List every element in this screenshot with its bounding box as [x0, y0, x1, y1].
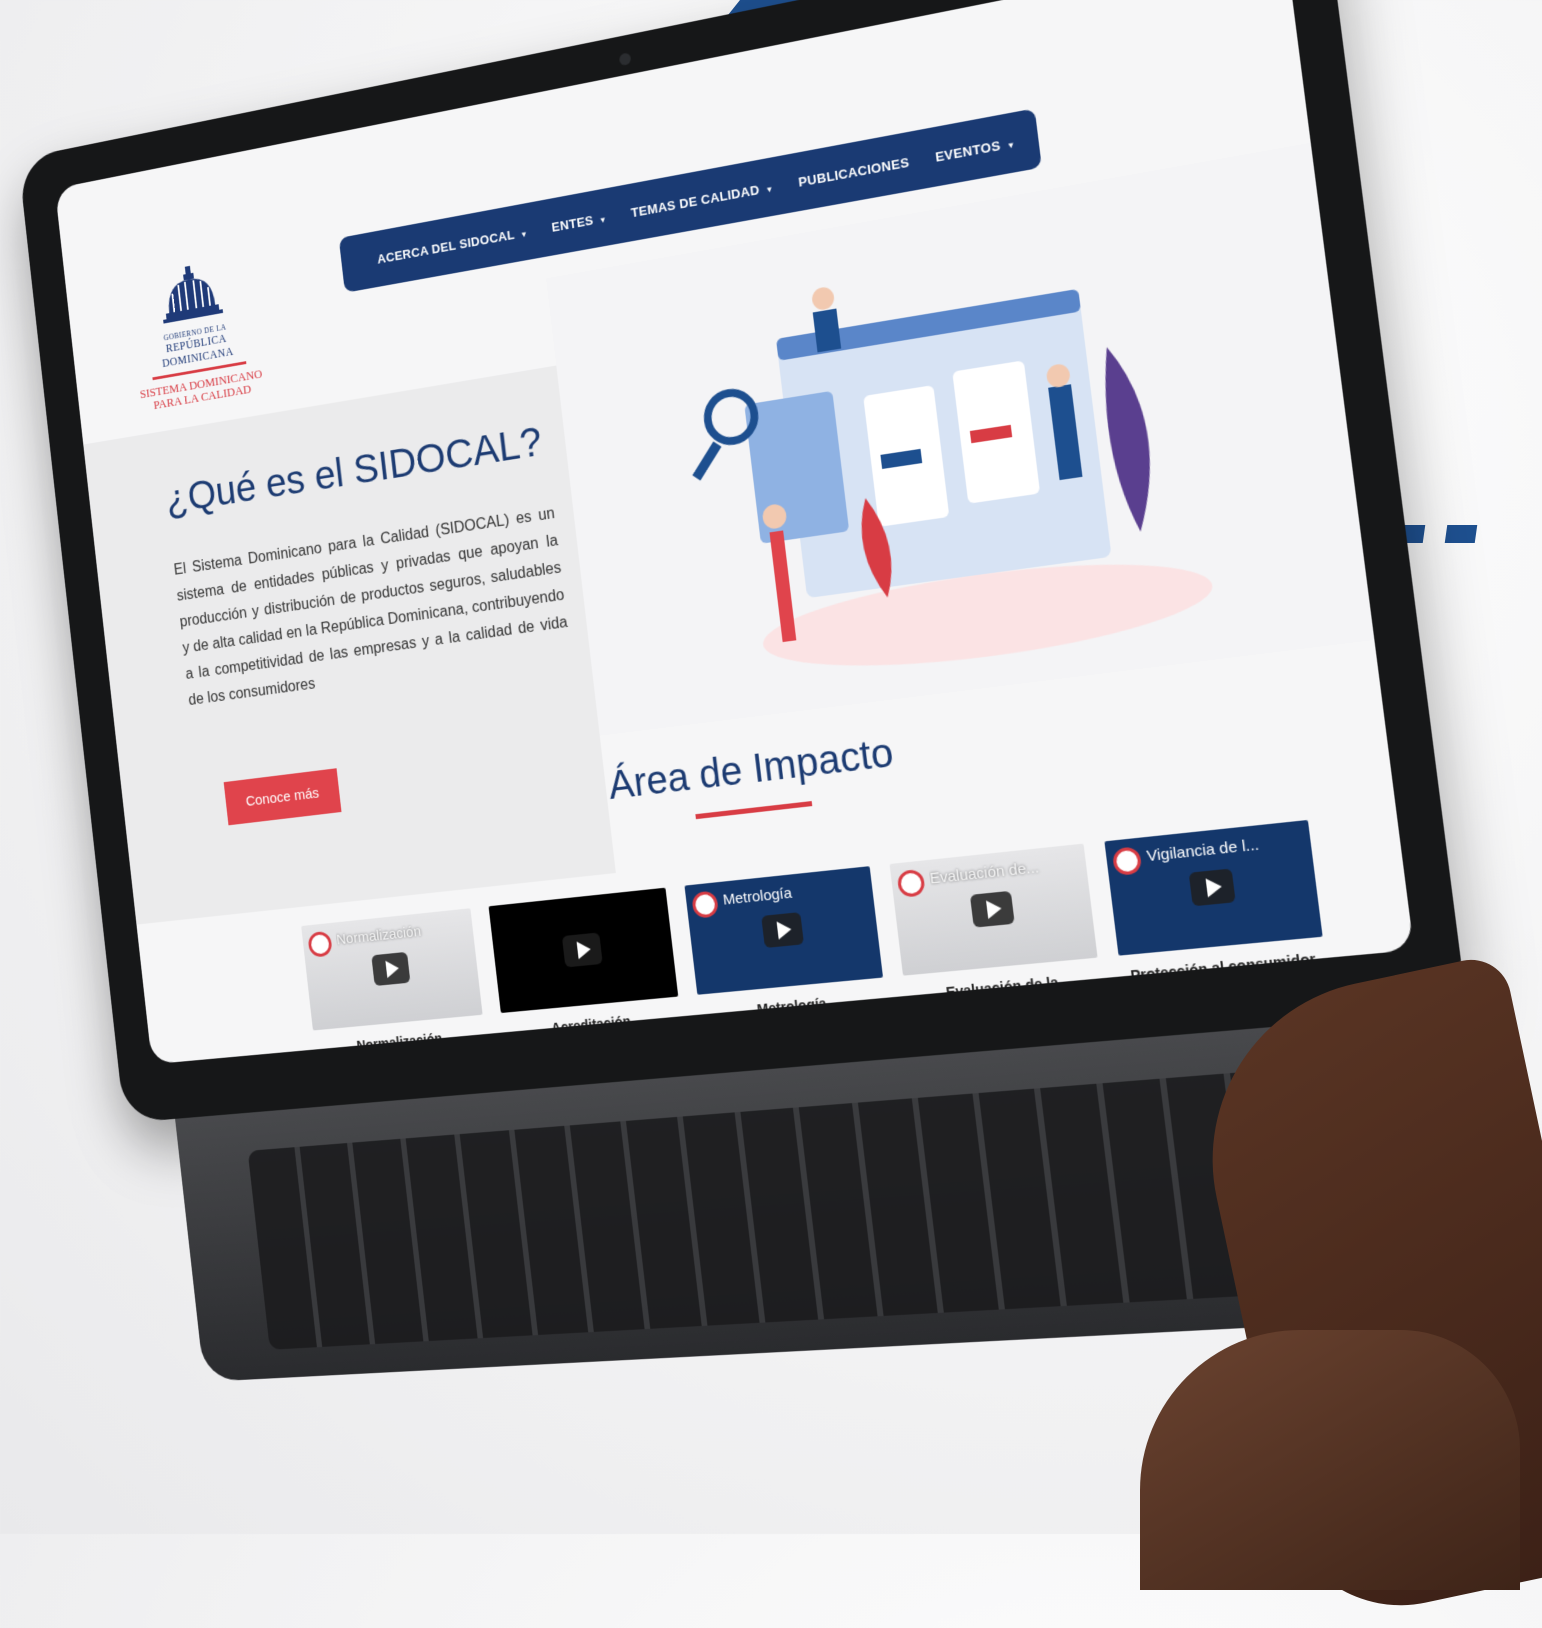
impact-card-evaluacion[interactable]: Evaluación de... Evaluación de la confor…: [890, 844, 1104, 1021]
nav-eventos[interactable]: EVENTOS ▼: [934, 135, 1016, 165]
laptop-bezel: GOBIERNO DE LA REPÚBLICA DOMINICANA SIST…: [18, 0, 1467, 1123]
nav-publicaciones[interactable]: PUBLICACIONES: [798, 154, 910, 189]
nav-temas[interactable]: TEMAS DE CALIDAD ▼: [630, 179, 774, 220]
video-title: Metrología: [722, 877, 867, 909]
laptop-screen: GOBIERNO DE LA REPÚBLICA DOMINICANA SIST…: [55, 0, 1414, 1064]
impact-card-normalizacion[interactable]: Normalización Normalización: [301, 908, 486, 1057]
impact-card-acreditacion[interactable]: Acreditación: [489, 888, 682, 1041]
play-icon[interactable]: [1189, 868, 1236, 906]
impact-card-proteccion[interactable]: Vigilancia de l... Protección al consumi…: [1104, 820, 1326, 985]
video-thumbnail[interactable]: Normalización: [301, 908, 482, 1030]
play-icon[interactable]: [761, 912, 804, 948]
video-thumbnail[interactable]: Vigilancia de l...: [1104, 820, 1322, 956]
play-icon[interactable]: [562, 932, 603, 967]
dropdown-caret-icon: ▼: [520, 229, 529, 239]
card-label[interactable]: Normalización: [314, 1026, 485, 1057]
play-icon[interactable]: [371, 952, 410, 986]
sidocal-badge-icon: [1112, 846, 1143, 876]
impact-section-title: Área de Impacto: [603, 730, 899, 809]
left-hand: [1140, 1330, 1520, 1590]
video-thumbnail[interactable]: Evaluación de...: [890, 844, 1098, 976]
sidocal-badge-icon: [897, 869, 926, 898]
video-thumbnail[interactable]: [489, 888, 679, 1013]
card-label[interactable]: Protección al consumidor: [1120, 949, 1326, 984]
dropdown-caret-icon: ▼: [599, 215, 608, 225]
play-icon[interactable]: [970, 891, 1015, 928]
video-title: Normalización: [336, 918, 468, 948]
sidocal-badge-icon: [691, 890, 719, 918]
card-label[interactable]: Evaluación de la conformidad: [905, 970, 1104, 1020]
nav-entes[interactable]: ENTES ▼: [551, 210, 608, 235]
video-thumbnail[interactable]: Metrología: [684, 866, 883, 995]
nav-acerca[interactable]: ACERCA DEL SIDOCAL ▼: [376, 224, 528, 266]
video-title: Vigilancia de l...: [1146, 831, 1305, 865]
sidocal-badge-icon: [307, 931, 333, 958]
impact-title-underline: [695, 801, 812, 819]
card-label[interactable]: Acreditación: [502, 1008, 681, 1040]
card-label[interactable]: Metrología: [699, 990, 887, 1023]
dropdown-caret-icon: ▼: [765, 184, 774, 194]
impact-card-metrologia[interactable]: Metrología Metrología: [684, 866, 886, 1022]
video-title: Evaluación de...: [929, 855, 1081, 888]
dome-logo-icon: [158, 261, 224, 326]
site-logo[interactable]: GOBIERNO DE LA REPÚBLICA DOMINICANA SIST…: [124, 254, 267, 414]
camera-icon: [619, 52, 632, 66]
dropdown-caret-icon: ▼: [1006, 140, 1016, 151]
